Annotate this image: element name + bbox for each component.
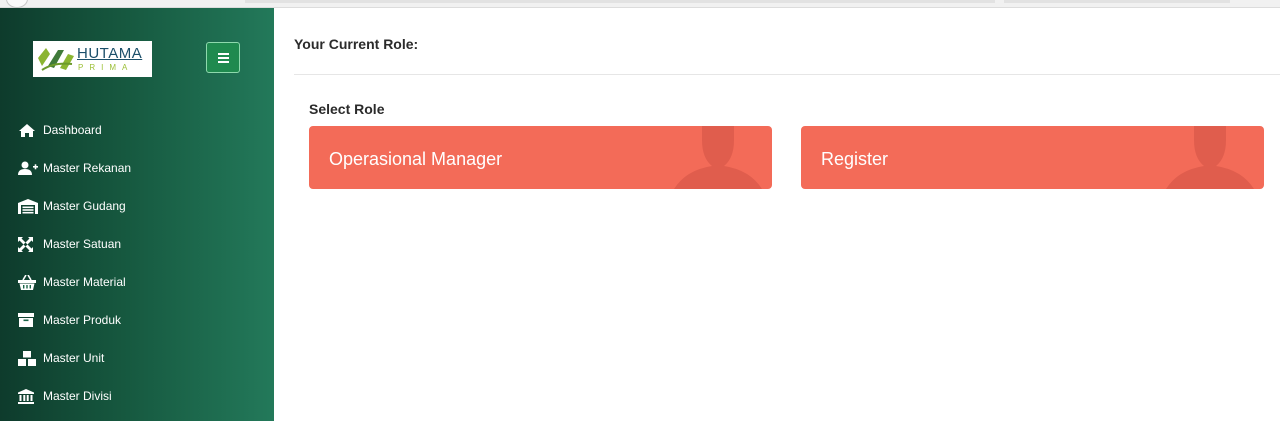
- select-role-heading: Select Role: [309, 101, 385, 117]
- logo-tagline: PRIMA: [78, 63, 134, 72]
- sidebar-item-label: Master Unit: [43, 351, 105, 365]
- browser-button[interactable]: [6, 0, 28, 8]
- sidebar-item-dashboard[interactable]: Dashboard: [0, 111, 274, 149]
- divider: [294, 74, 1280, 75]
- sidebar: HUTAMA PRIMA Dashboard Master Rekanan Ma…: [0, 8, 274, 421]
- sidebar-item-master-material[interactable]: Master Material: [0, 263, 274, 301]
- current-role-label: Your Current Role:: [294, 36, 419, 52]
- hamburger-icon: [218, 57, 229, 59]
- user-plus-icon: [18, 160, 38, 176]
- sidebar-item-master-rekanan[interactable]: Master Rekanan: [0, 149, 274, 187]
- logo-name: HUTAMA: [77, 45, 143, 62]
- sidebar-item-label: Master Produk: [43, 313, 122, 327]
- user-silhouette-icon: [674, 126, 762, 189]
- expand-arrows-icon: [18, 236, 38, 252]
- main-content: Your Current Role: Select Role Operasion…: [274, 8, 1280, 421]
- basket-icon: [18, 274, 38, 290]
- browser-top-strip: [0, 0, 1280, 8]
- sidebar-item-label: Master Material: [43, 275, 126, 289]
- building-icon: [18, 388, 38, 404]
- brand-logo[interactable]: HUTAMA PRIMA: [33, 41, 152, 77]
- home-icon: [18, 122, 38, 138]
- sidebar-item-master-satuan[interactable]: Master Satuan: [0, 225, 274, 263]
- sidebar-item-label: Master Satuan: [43, 237, 122, 251]
- sidebar-nav: Dashboard Master Rekanan Master Gudang M…: [0, 111, 274, 415]
- menu-toggle-button[interactable]: [206, 42, 240, 73]
- sidebar-item-label: Master Rekanan: [43, 161, 132, 175]
- logo-mark-icon: [38, 48, 74, 71]
- address-bar[interactable]: [245, 0, 995, 3]
- hamburger-icon: [218, 61, 229, 63]
- role-card-label: Operasional Manager: [329, 149, 503, 169]
- role-card-label: Register: [821, 149, 889, 169]
- sidebar-item-master-produk[interactable]: Master Produk: [0, 301, 274, 339]
- archive-icon: [18, 312, 38, 328]
- role-card-operasional-manager[interactable]: Operasional Manager: [309, 126, 772, 189]
- hamburger-icon: [218, 53, 229, 55]
- sidebar-item-label: Dashboard: [43, 123, 102, 137]
- sidebar-item-master-gudang[interactable]: Master Gudang: [0, 187, 274, 225]
- boxes-icon: [18, 350, 38, 366]
- sidebar-item-label: Master Gudang: [43, 199, 126, 213]
- browser-search-bar[interactable]: [1004, 0, 1230, 3]
- user-silhouette-icon: [1166, 126, 1254, 189]
- warehouse-icon: [18, 198, 38, 214]
- sidebar-item-label: Master Divisi: [43, 389, 112, 403]
- sidebar-item-master-divisi[interactable]: Master Divisi: [0, 377, 274, 415]
- sidebar-item-master-unit[interactable]: Master Unit: [0, 339, 274, 377]
- role-card-register[interactable]: Register: [801, 126, 1264, 189]
